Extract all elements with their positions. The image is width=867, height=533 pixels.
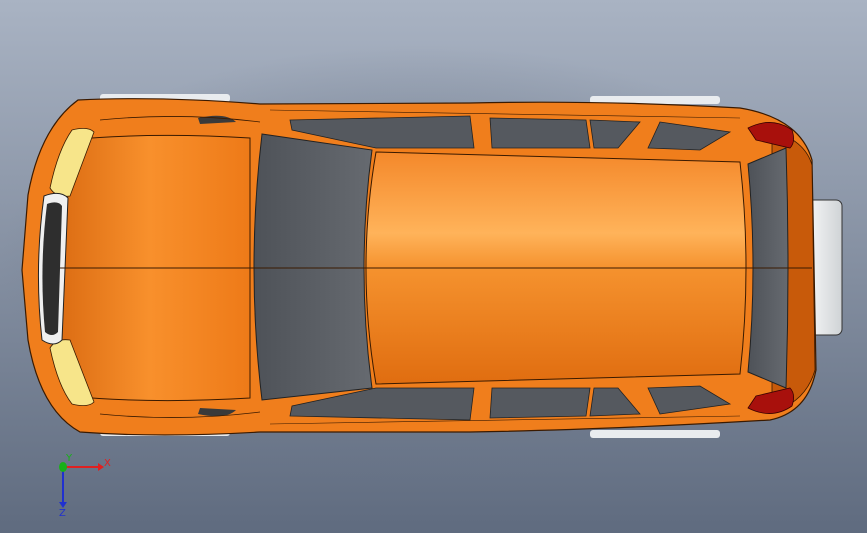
car-model[interactable] [21,94,843,438]
windshield [253,133,373,401]
side-window-rear-left [489,117,591,149]
wheel-rear-right [590,430,720,438]
y-axis-label: Y [65,453,73,464]
model-canvas[interactable]: X Y Z [0,0,867,533]
z-axis-label: Z [59,508,66,519]
x-axis-label: X [104,458,111,469]
side-window-rear-right [489,387,591,419]
graphics-viewport[interactable]: X Y Z [0,0,867,533]
